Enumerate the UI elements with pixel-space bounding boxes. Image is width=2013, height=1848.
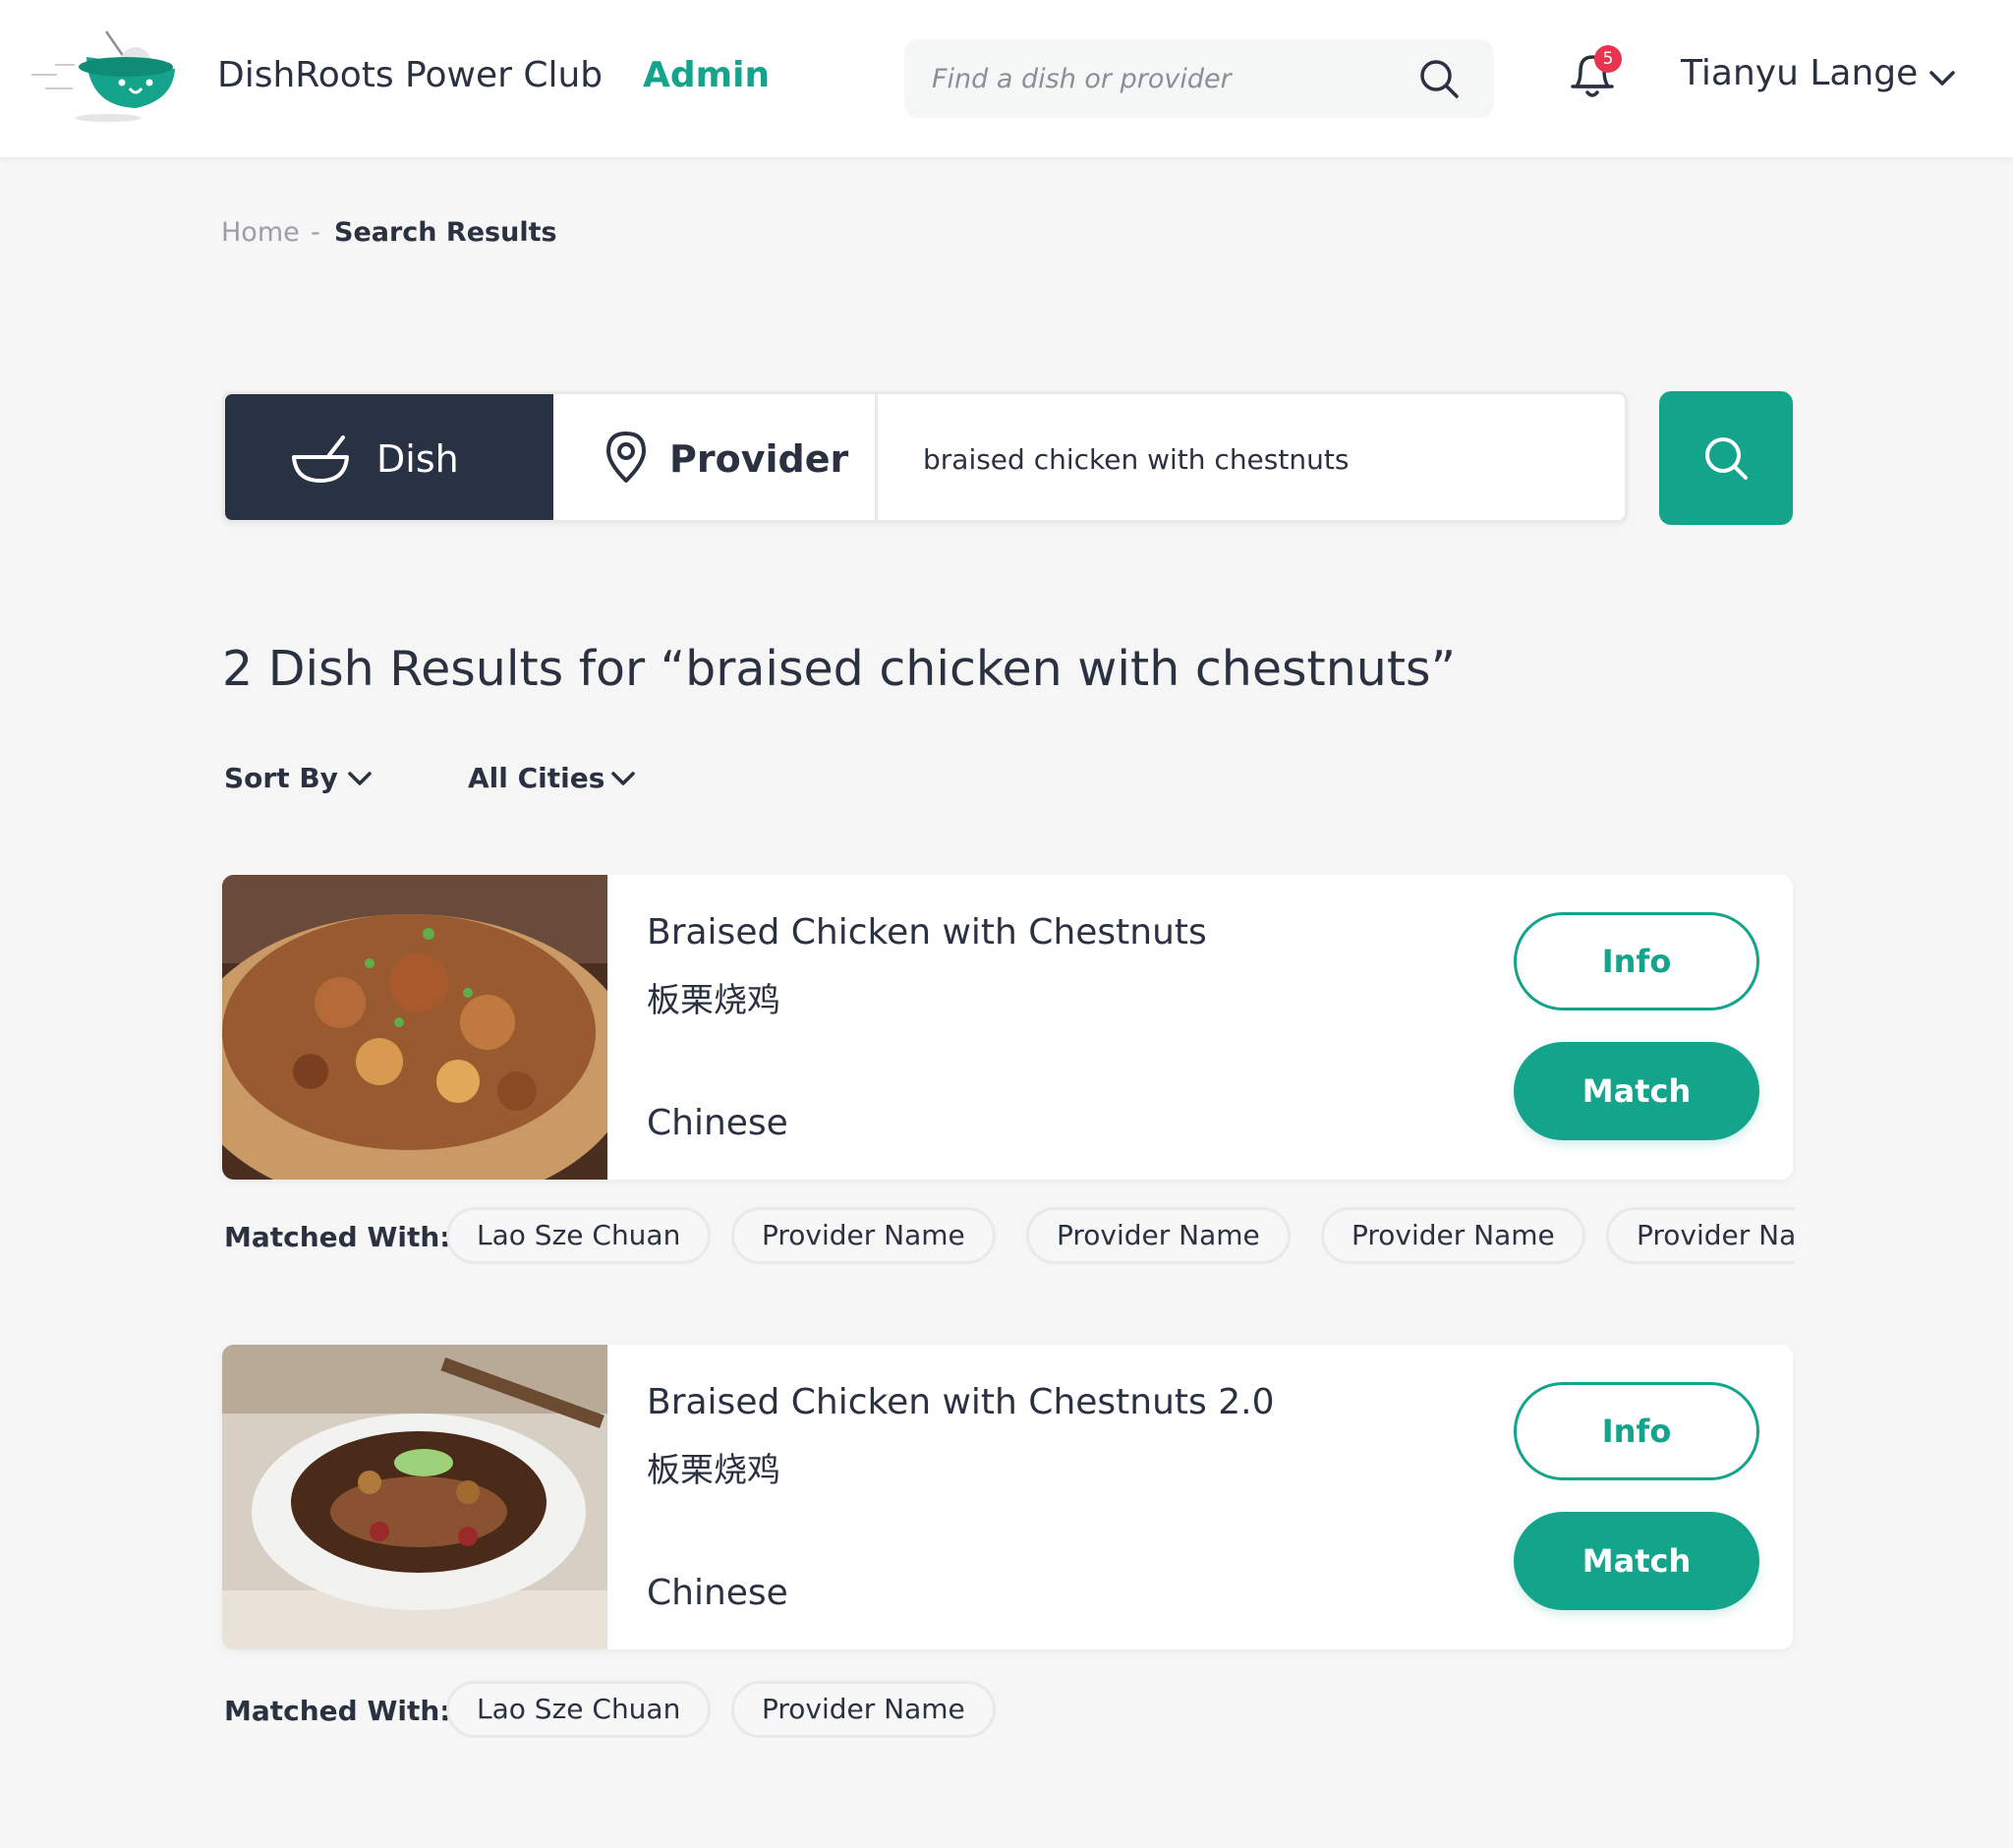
admin-label: Admin — [643, 55, 771, 95]
dish-cuisine: Chinese — [647, 1573, 788, 1613]
dish-name[interactable]: Braised Chicken with Chestnuts — [647, 912, 1207, 953]
user-name[interactable]: Tianyu Lange — [1681, 53, 1918, 93]
tab-provider-label: Provider — [669, 437, 849, 481]
match-button[interactable]: Match — [1514, 1512, 1759, 1610]
location-pin-icon — [606, 432, 646, 483]
dish-result-card: Braised Chicken with Chestnuts 2.0 板栗烧鸡 … — [222, 1345, 1793, 1649]
chevron-down-icon[interactable] — [1925, 61, 1960, 96]
dish-search-input[interactable] — [923, 437, 1601, 481]
dish-photo — [222, 875, 607, 1180]
info-button[interactable]: Info — [1514, 912, 1759, 1011]
provider-chip[interactable]: Provider Name — [731, 1681, 996, 1738]
breadcrumb-current: Search Results — [334, 217, 557, 248]
brand-name: DishRoots Power Club — [217, 55, 604, 95]
sort-by-dropdown[interactable]: Sort By — [224, 762, 338, 794]
global-search — [904, 39, 1494, 118]
matched-providers: Matched With: Lao Sze Chuan Provider Nam… — [222, 1207, 1795, 1268]
global-search-input[interactable] — [932, 59, 1394, 98]
matched-with-label: Matched With: — [224, 1221, 451, 1253]
bowl-logo-icon[interactable] — [28, 28, 175, 126]
tab-dish-label: Dish — [376, 437, 459, 481]
breadcrumb-separator: - — [311, 217, 320, 248]
dish-search-bar: Dish Provider — [222, 391, 1628, 523]
dish-result-card: Braised Chicken with Chestnuts 板栗烧鸡 Chin… — [222, 875, 1793, 1180]
matched-with-label: Matched With: — [224, 1695, 451, 1727]
info-button[interactable]: Info — [1514, 1382, 1759, 1480]
dish-name[interactable]: Braised Chicken with Chestnuts 2.0 — [647, 1382, 1274, 1422]
top-navbar: DishRoots Power Club Admin 5 Tianyu Lang… — [0, 0, 2013, 157]
search-button[interactable] — [1659, 391, 1793, 525]
results-heading: 2 Dish Results for “braised chicken with… — [222, 641, 1456, 697]
provider-chip[interactable]: Lao Sze Chuan — [446, 1681, 712, 1738]
provider-chip[interactable]: Provider Name — [1026, 1207, 1291, 1264]
search-icon[interactable] — [1417, 57, 1461, 100]
city-filter-dropdown[interactable]: All Cities — [468, 762, 604, 794]
tab-provider[interactable]: Provider — [553, 394, 878, 520]
bowl-icon — [292, 435, 349, 483]
dish-name-chinese: 板栗烧鸡 — [647, 981, 780, 1020]
match-button[interactable]: Match — [1514, 1042, 1759, 1140]
chevron-down-icon[interactable] — [344, 763, 375, 794]
provider-chip[interactable]: Provider Name — [1606, 1207, 1795, 1264]
search-icon — [1705, 437, 1748, 480]
breadcrumb-home[interactable]: Home — [221, 217, 300, 248]
provider-chip[interactable]: Lao Sze Chuan — [446, 1207, 712, 1264]
dish-cuisine: Chinese — [647, 1103, 788, 1143]
tab-dish[interactable]: Dish — [225, 394, 553, 520]
notification-badge: 5 — [1594, 45, 1622, 73]
matched-providers: Matched With: Lao Sze Chuan Provider Nam… — [222, 1681, 1795, 1742]
provider-chip[interactable]: Provider Name — [731, 1207, 996, 1264]
provider-chip[interactable]: Provider Name — [1321, 1207, 1585, 1264]
dish-photo — [222, 1345, 607, 1649]
dish-name-chinese: 板栗烧鸡 — [647, 1451, 780, 1490]
chevron-down-icon[interactable] — [607, 763, 639, 794]
